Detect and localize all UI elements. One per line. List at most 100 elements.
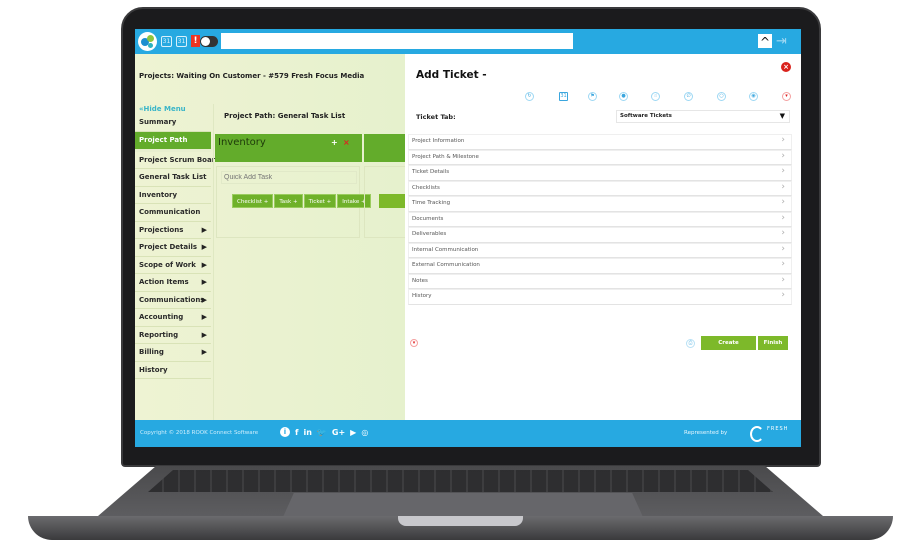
google-plus-icon[interactable]: G+ [332, 427, 345, 439]
hide-menu-link[interactable]: «Hide Menu [135, 104, 211, 114]
section-project-path-milestone[interactable]: Project Path & Milestone › [408, 149, 792, 165]
sidebar-item-label: Project Details [139, 243, 198, 251]
delete-icon[interactable]: × [343, 138, 350, 147]
copyright-text: Copyright © 2018 ROOK Connect Software [140, 430, 259, 436]
project-path-title: Project Path: General Task List [224, 112, 346, 120]
section-internal-communication[interactable]: Internal Communication › [408, 242, 792, 258]
section-label: External Communication [412, 262, 480, 268]
section-label: Internal Communication [412, 246, 479, 253]
sidebar-item-communications[interactable]: Communications ▶ [135, 292, 211, 309]
sidebar-item-project-scrum-board[interactable]: Project Scrum Board [135, 152, 220, 169]
print-icon[interactable]: ⎙ [686, 339, 695, 348]
instagram-icon[interactable]: ◎ [361, 427, 368, 439]
linkedin-icon[interactable]: in [303, 427, 311, 439]
quick-add-buttons: Checklist + Task + Ticket + Intake + [232, 194, 371, 208]
add-ticket-button[interactable]: Ticket + [303, 194, 337, 208]
chevron-right-icon: › [781, 166, 785, 176]
sidebar-item-billing[interactable]: Billing ▶ [135, 344, 211, 362]
section-label: Ticket Details [412, 169, 450, 175]
section-external-communication[interactable]: External Communication › [408, 258, 792, 274]
ticket-sections: Project Information › Project Path & Miles… [408, 134, 792, 305]
laptop-keyboard [148, 470, 773, 492]
comment-icon[interactable]: ● [619, 92, 628, 101]
sidebar-menu: «Hide Menu Summary Project Path Project Sc… [135, 104, 220, 420]
finish-button[interactable]: Finish [758, 336, 788, 350]
section-project-information[interactable]: Project Information › [408, 134, 792, 150]
logout-icon[interactable]: ⇥ [776, 34, 791, 49]
sidebar-item-action-items[interactable]: Action Items ▶ [135, 274, 211, 292]
section-history[interactable]: History › [408, 289, 792, 305]
next-column-panel [364, 166, 409, 238]
chevron-right-icon: › [781, 243, 785, 254]
alert-icon[interactable]: ! [191, 35, 200, 47]
quick-add-task-input[interactable] [221, 171, 357, 184]
calendar-day-icon[interactable]: 31 [176, 36, 187, 47]
sidebar-item-label: Inventory [139, 190, 178, 199]
section-checklists[interactable]: Checklists › [408, 180, 792, 196]
section-deliverables[interactable]: Deliverables › [408, 227, 792, 243]
sidebar-item-projections[interactable]: Projections ▶ [135, 222, 211, 239]
add-icon[interactable]: + [331, 138, 338, 147]
app-logo-icon[interactable] [138, 32, 157, 51]
partner-logo[interactable]: FRESH [750, 425, 790, 443]
section-ticket-details[interactable]: Ticket Details › [408, 165, 792, 181]
sidebar-item-scope-of-work[interactable]: Scope of Work ▶ [135, 257, 211, 274]
next-column-header [364, 134, 409, 162]
social-links: i f in 🐦 G+ ▶ ◎ [280, 427, 368, 439]
ticket-tab-label: Ticket Tab: [416, 113, 456, 121]
project-path-board: Project Path: General Task List Inventor… [213, 104, 409, 420]
top-bar: 31 31 ! ^ ⇥ [135, 29, 801, 54]
create-recurrence-button[interactable]: Create Recurrence [701, 336, 756, 360]
ticket-tab-value: Software Tickets [620, 113, 672, 119]
submenu-arrow-icon: ▶ [201, 313, 207, 321]
section-documents[interactable]: Documents › [408, 211, 792, 227]
sidebar-item-label: Project Scrum Board [139, 155, 221, 164]
reply-icon[interactable]: ○ [717, 92, 726, 101]
represented-by-text: Represented by [684, 430, 728, 436]
close-icon[interactable]: × [781, 62, 791, 72]
view-icon[interactable]: ◉ [749, 92, 758, 101]
sidebar-item-summary[interactable]: Summary [135, 114, 211, 132]
sidebar-item-label: Billing [139, 348, 164, 356]
trash-icon[interactable]: ▾ [782, 92, 791, 101]
section-label: Notes [412, 277, 428, 284]
laptop-mockup: 31 31 ! ^ ⇥ Projects: Waiting On Custome… [0, 0, 920, 551]
flag-icon[interactable]: ⚑ [588, 92, 597, 101]
submenu-arrow-icon: ▶ [201, 225, 207, 234]
twitter-icon[interactable]: 🐦 [317, 427, 327, 439]
sidebar-item-inventory[interactable]: Inventory [135, 187, 211, 204]
section-time-tracking[interactable]: Time Tracking › [408, 196, 792, 212]
refresh-icon[interactable]: ↻ [525, 92, 534, 101]
submenu-arrow-icon: ▶ [201, 260, 207, 269]
section-notes[interactable]: Notes › [408, 273, 792, 289]
sidebar-item-project-path[interactable]: Project Path [135, 131, 211, 152]
search-input[interactable] [221, 33, 573, 49]
section-label: History [412, 293, 432, 299]
attachment-icon[interactable]: ∅ [684, 92, 693, 101]
calendar-icon[interactable]: 31 [559, 92, 568, 101]
info-icon[interactable]: i [280, 427, 290, 437]
sidebar-item-accounting[interactable]: Accounting ▶ [135, 309, 211, 327]
sidebar-item-label: Reporting [139, 330, 179, 339]
sidebar-item-history[interactable]: History [135, 362, 211, 379]
section-label: Deliverables [412, 231, 447, 237]
caret-down-icon: ▼ [779, 112, 785, 120]
pointer-icon[interactable]: ☝ [651, 92, 660, 101]
toggle-switch-icon[interactable] [200, 36, 218, 47]
sidebar-item-communication[interactable]: Communication [135, 204, 211, 222]
sidebar-item-general-task-list[interactable]: General Task List [135, 169, 211, 187]
youtube-icon[interactable]: ▶ [350, 427, 356, 439]
calendar-grid-icon[interactable]: 31 [161, 36, 172, 47]
chevron-right-icon: › [781, 259, 785, 269]
sidebar-item-reporting[interactable]: Reporting ▶ [135, 327, 211, 344]
chevron-right-icon: › [781, 212, 785, 223]
inventory-column-title: Inventory [218, 137, 266, 148]
collapse-up-icon[interactable]: ^ [758, 34, 772, 49]
add-checklist-button[interactable]: Checklist + [232, 194, 274, 208]
ticket-tab-select[interactable]: Software Tickets ▼ [616, 110, 790, 123]
add-task-button[interactable]: Task + [274, 194, 303, 208]
trash-icon[interactable]: ▾ [410, 339, 418, 347]
section-label: Documents [412, 215, 444, 222]
sidebar-item-project-details[interactable]: Project Details ▶ [135, 239, 211, 257]
facebook-icon[interactable]: f [295, 427, 298, 439]
